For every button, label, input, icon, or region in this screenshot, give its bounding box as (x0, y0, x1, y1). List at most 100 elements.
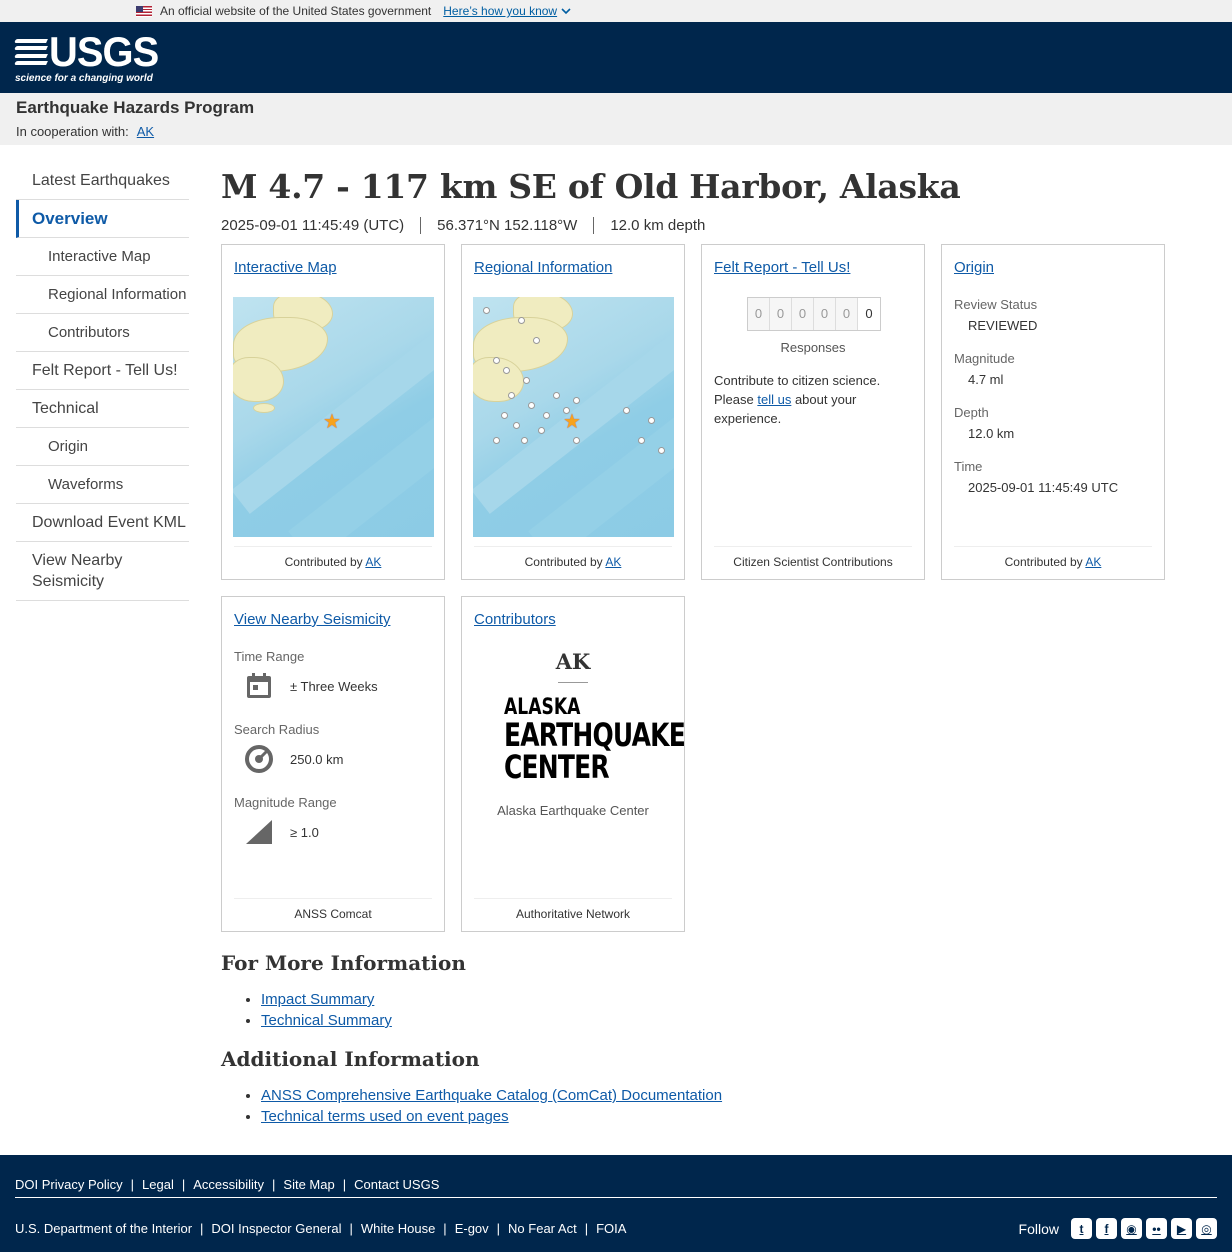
magnitude-value: 4.7 ml (968, 372, 1004, 387)
us-flag-icon (136, 5, 152, 17)
list-item: Impact Summary (261, 989, 1121, 1010)
contributors-link[interactable]: Contributors (474, 611, 556, 628)
event-depth: 12.0 km depth (593, 216, 721, 234)
footer-whitehouse-link[interactable]: White House (361, 1221, 435, 1236)
additional-info-heading: Additional Information (221, 1047, 480, 1071)
nearby-seismicity-card[interactable]: View Nearby Seismicity Time Range ± Thre… (221, 596, 445, 932)
footer-sitemap-link[interactable]: Site Map (283, 1177, 334, 1192)
nearby-seismicity-foot: ANSS Comcat (234, 898, 432, 921)
regional-information-link[interactable]: Regional Information (474, 259, 612, 276)
nav-contributors[interactable]: Contributors (16, 314, 189, 352)
interactive-map-foot: Contributed by AK (234, 546, 432, 569)
event-time: 2025-09-01 11:45:49 (UTC) (221, 216, 405, 234)
footer-accessibility-link[interactable]: Accessibility (193, 1177, 264, 1192)
radius-value: 250.0 km (290, 751, 344, 767)
contributor-ak-link[interactable]: AK (365, 555, 381, 569)
list-item: Technical Summary (261, 1010, 1121, 1031)
footer-doi-link[interactable]: U.S. Department of the Interior (15, 1221, 192, 1236)
event-location: 56.371°N 152.118°W (420, 216, 593, 234)
more-info-section: For More Information Impact Summary Tech… (221, 951, 1121, 1127)
youtube-icon[interactable]: ▶ (1171, 1218, 1192, 1239)
nav-nearby-seismicity[interactable]: View Nearby Seismicity (16, 542, 189, 601)
origin-summary: Review Status REVIEWED Magnitude 4.7 ml … (954, 297, 1119, 495)
more-info-heading: For More Information (221, 951, 466, 975)
list-item: Technical terms used on event pages (261, 1106, 1121, 1127)
facebook-icon[interactable]: f (1096, 1218, 1117, 1239)
list-item: ANSS Comprehensive Earthquake Catalog (C… (261, 1085, 1121, 1106)
contributors-card[interactable]: Contributors AK ALASKA EARTHQUAKE CENTER… (461, 596, 686, 932)
nearby-seismicity-link[interactable]: View Nearby Seismicity (234, 611, 390, 628)
epicenter-star-icon: ★ (323, 411, 341, 433)
magnitude-range-icon (244, 817, 274, 847)
footer-foia-link[interactable]: FOIA (596, 1221, 626, 1236)
contributor-name: Alaska Earthquake Center (497, 803, 649, 818)
technical-summary-link[interactable]: Technical Summary (261, 1012, 392, 1029)
instagram-icon[interactable]: ◎ (1196, 1218, 1217, 1239)
technical-terms-link[interactable]: Technical terms used on event pages (261, 1108, 509, 1125)
cooperation-line: In cooperation with: AK (16, 124, 155, 139)
interactive-map-thumbnail[interactable]: ★ (233, 297, 434, 537)
nav-download-kml[interactable]: Download Event KML (16, 504, 189, 542)
nav-interactive-map[interactable]: Interactive Map (16, 238, 189, 276)
footer-egov-link[interactable]: E-gov (455, 1221, 489, 1236)
time-value: 2025-09-01 11:45:49 UTC (968, 480, 1119, 495)
epicenter-star-icon: ★ (563, 411, 581, 433)
github-icon[interactable]: ◉ (1121, 1218, 1142, 1239)
footer-links-secondary: U.S. Department of the Interior | DOI Ins… (15, 1221, 627, 1236)
felt-report-foot: Citizen Scientist Contributions (714, 546, 912, 569)
footer-privacy-link[interactable]: DOI Privacy Policy (15, 1177, 123, 1192)
regional-information-card[interactable]: Regional Information ★ Contributed by AK (461, 244, 685, 580)
coop-ak-link[interactable]: AK (137, 124, 154, 139)
felt-report-link[interactable]: Felt Report - Tell Us! (714, 259, 850, 276)
usgs-header: USGS science for a changing world (0, 22, 1232, 93)
social-follow: Follow t f ◉ •• ▶ ◎ (1019, 1218, 1217, 1239)
footer-legal-link[interactable]: Legal (142, 1177, 174, 1192)
twitter-icon[interactable]: t (1071, 1218, 1092, 1239)
interactive-map-link[interactable]: Interactive Map (234, 259, 337, 276)
footer-nofear-link[interactable]: No Fear Act (508, 1221, 577, 1236)
responses-counter: 0 0 0 0 0 0 (747, 297, 881, 331)
gov-banner-text: An official website of the United States… (160, 4, 432, 18)
tell-us-link[interactable]: tell us (757, 392, 791, 407)
footer-contact-link[interactable]: Contact USGS (354, 1177, 439, 1192)
contributor-info: AK ALASKA EARTHQUAKE CENTER Alaska Earth… (462, 649, 686, 818)
nav-overview[interactable]: Overview (16, 200, 189, 238)
depth-value: 12.0 km (968, 426, 1015, 441)
site-name[interactable]: Earthquake Hazards Program (16, 98, 1216, 118)
review-status-value: REVIEWED (968, 318, 1038, 333)
regional-map-thumbnail[interactable]: ★ (473, 297, 674, 537)
contributor-code: AK (555, 649, 591, 674)
citizen-science-text: Contribute to citizen science. Please te… (714, 373, 881, 426)
usgs-logo[interactable]: USGS science for a changing world (14, 28, 164, 84)
seismicity-params: Time Range ± Three Weeks Search Radius 2… (234, 649, 434, 868)
time-range-value: ± Three Weeks (290, 678, 378, 694)
nav-technical[interactable]: Technical (16, 390, 189, 428)
nav-latest-earthquakes[interactable]: Latest Earthquakes (16, 162, 189, 200)
origin-card[interactable]: Origin Review Status REVIEWED Magnitude … (941, 244, 1165, 580)
nav-regional-information[interactable]: Regional Information (16, 276, 189, 314)
contributors-foot: Authoritative Network (474, 898, 672, 921)
sidebar-nav: Latest Earthquakes Overview Interactive … (16, 162, 189, 601)
nav-felt-report[interactable]: Felt Report - Tell Us! (16, 352, 189, 390)
nav-origin[interactable]: Origin (16, 428, 189, 466)
contributor-ak-link[interactable]: AK (605, 555, 621, 569)
usgs-wordmark: USGS (49, 28, 159, 75)
page-title: M 4.7 - 117 km SE of Old Harbor, Alaska (221, 167, 961, 206)
usgs-wave-icon (14, 39, 48, 65)
magnitude-range-value: ≥ 1.0 (290, 824, 319, 840)
flickr-icon[interactable]: •• (1146, 1218, 1167, 1239)
footer-inspector-link[interactable]: DOI Inspector General (211, 1221, 341, 1236)
how-you-know-link[interactable]: Here’s how you know (443, 4, 571, 18)
felt-report-card[interactable]: Felt Report - Tell Us! 0 0 0 0 0 0 Respo… (701, 244, 925, 580)
impact-summary-link[interactable]: Impact Summary (261, 991, 374, 1008)
event-meta: 2025-09-01 11:45:49 (UTC) 56.371°N 152.1… (221, 214, 1221, 236)
interactive-map-card[interactable]: Interactive Map ★ Contributed by AK (221, 244, 445, 580)
nav-waveforms[interactable]: Waveforms (16, 466, 189, 504)
origin-link[interactable]: Origin (954, 259, 994, 276)
site-footer: DOI Privacy Policy | Legal | Accessibility… (0, 1155, 1232, 1252)
site-header: Earthquake Hazards Program In cooperatio… (0, 93, 1232, 145)
comcat-docs-link[interactable]: ANSS Comprehensive Earthquake Catalog (C… (261, 1087, 722, 1104)
contributor-ak-link[interactable]: AK (1085, 555, 1101, 569)
footer-links-primary: DOI Privacy Policy | Legal | Accessibility… (15, 1177, 440, 1192)
chevron-down-icon (561, 8, 571, 15)
